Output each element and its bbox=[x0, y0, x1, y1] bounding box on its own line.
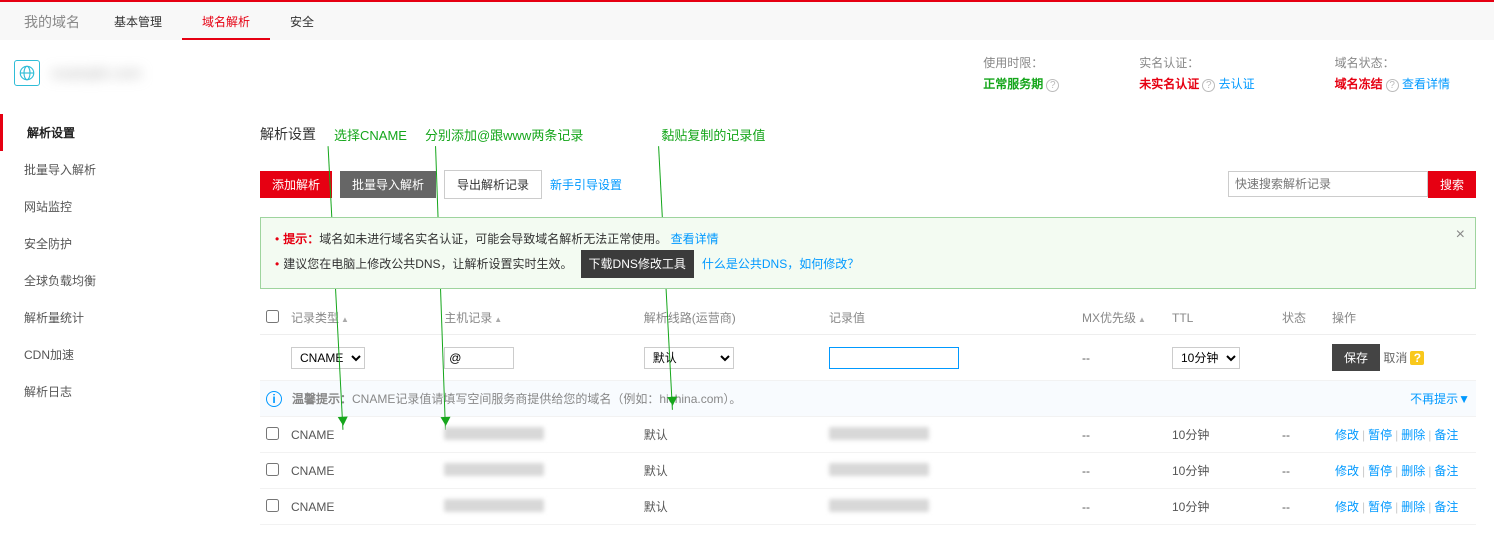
dns-tool-button[interactable]: 下载DNS修改工具 bbox=[581, 250, 694, 278]
sidebar-item-stats[interactable]: 解析量统计 bbox=[0, 299, 229, 336]
edit-link[interactable]: 修改 bbox=[1335, 464, 1359, 478]
domain-name: example.com bbox=[52, 65, 141, 82]
col-value: 记录值 bbox=[823, 301, 1076, 335]
tab-security[interactable]: 安全 bbox=[270, 2, 334, 40]
info-icon: i bbox=[266, 391, 282, 407]
dns-help-link[interactable]: 什么是公共DNS，如何修改？ bbox=[702, 257, 859, 271]
domain-header: example.com 使用时限： 正常服务期? 实名认证： 未实名认证? 去认… bbox=[0, 40, 1494, 110]
status-realname: 实名认证： 未实名认证? 去认证 bbox=[1139, 54, 1254, 92]
status-domain: 域名状态： 域名冻结? 查看详情 bbox=[1335, 54, 1450, 92]
pause-link[interactable]: 暂停 bbox=[1368, 500, 1392, 514]
pause-link[interactable]: 暂停 bbox=[1368, 464, 1392, 478]
section-title: 解析设置 bbox=[260, 124, 316, 144]
save-button[interactable]: 保存 bbox=[1332, 344, 1380, 371]
row-checkbox[interactable] bbox=[266, 463, 279, 476]
sidebar-item-cdn[interactable]: CDN加速 bbox=[0, 336, 229, 373]
brand-title: 我的域名 bbox=[10, 2, 94, 40]
hint-row: i温馨提示：CNAME记录值请填写空间服务商提供给您的域名（例如：hichina… bbox=[260, 381, 1476, 417]
annotation-paste: 黏贴复制的记录值 bbox=[661, 125, 765, 144]
alert-detail-link[interactable]: 查看详情 bbox=[671, 232, 719, 246]
cancel-button[interactable]: 取消 bbox=[1383, 351, 1407, 365]
col-host[interactable]: 主机记录 bbox=[438, 301, 638, 335]
help-icon[interactable]: ? bbox=[1202, 79, 1215, 92]
row-checkbox[interactable] bbox=[266, 499, 279, 512]
export-button[interactable]: 导出解析记录 bbox=[444, 170, 542, 199]
sidebar-item-monitor[interactable]: 网站监控 bbox=[0, 188, 229, 225]
globe-icon bbox=[14, 60, 40, 86]
ttl-select[interactable]: 10分钟 bbox=[1172, 347, 1240, 369]
search-input[interactable] bbox=[1228, 171, 1428, 197]
col-state: 状态 bbox=[1276, 301, 1326, 335]
col-ops: 操作 bbox=[1326, 301, 1476, 335]
guide-link[interactable]: 新手引导设置 bbox=[550, 176, 622, 193]
tab-dns[interactable]: 域名解析 bbox=[182, 2, 270, 40]
delete-link[interactable]: 删除 bbox=[1401, 428, 1425, 442]
delete-link[interactable]: 删除 bbox=[1401, 500, 1425, 514]
noshow-link[interactable]: 不再提示▼ bbox=[1410, 390, 1470, 407]
note-link[interactable]: 备注 bbox=[1434, 500, 1458, 514]
top-tabbar: 我的域名 基本管理 域名解析 安全 bbox=[0, 0, 1494, 40]
delete-link[interactable]: 删除 bbox=[1401, 464, 1425, 478]
pause-link[interactable]: 暂停 bbox=[1368, 428, 1392, 442]
sidebar-item-import[interactable]: 批量导入解析 bbox=[0, 151, 229, 188]
col-line: 解析线路(运营商) bbox=[638, 301, 823, 335]
sidebar-item-parse[interactable]: 解析设置 bbox=[0, 114, 229, 151]
help-icon[interactable]: ? bbox=[1410, 351, 1424, 365]
sidebar-item-balance[interactable]: 全球负载均衡 bbox=[0, 262, 229, 299]
table-row: CNAME 默认 -- 10分钟 -- 修改|暂停|删除|备注 bbox=[260, 489, 1476, 525]
row-checkbox[interactable] bbox=[266, 427, 279, 440]
table-row: CNAME 默认 -- 10分钟 -- 修改|暂停|删除|备注 bbox=[260, 453, 1476, 489]
status-usage: 使用时限： 正常服务期? bbox=[983, 54, 1059, 92]
help-icon[interactable]: ? bbox=[1046, 79, 1059, 92]
top-tabs: 基本管理 域名解析 安全 bbox=[94, 2, 334, 40]
note-link[interactable]: 备注 bbox=[1434, 428, 1458, 442]
type-select[interactable]: CNAME bbox=[291, 347, 365, 369]
note-link[interactable]: 备注 bbox=[1434, 464, 1458, 478]
sidebar: 解析设置 批量导入解析 网站监控 安全防护 全球负载均衡 解析量统计 CDN加速… bbox=[0, 110, 230, 545]
sidebar-item-security[interactable]: 安全防护 bbox=[0, 225, 229, 262]
col-mx[interactable]: MX优先级 bbox=[1076, 301, 1166, 335]
edit-link[interactable]: 修改 bbox=[1335, 428, 1359, 442]
col-ttl: TTL bbox=[1166, 301, 1276, 335]
records-table: 记录类型 主机记录 解析线路(运营商) 记录值 MX优先级 TTL 状态 操作 … bbox=[260, 301, 1476, 525]
close-icon[interactable]: × bbox=[1456, 224, 1465, 246]
alert-box: × •提示：域名如未进行域名实名认证，可能会导致域名解析无法正常使用。 查看详情… bbox=[260, 217, 1476, 289]
search-button[interactable]: 搜索 bbox=[1428, 171, 1476, 198]
tab-basic[interactable]: 基本管理 bbox=[94, 2, 182, 40]
link-viewdetail[interactable]: 查看详情 bbox=[1402, 77, 1450, 91]
value-input[interactable] bbox=[829, 347, 959, 369]
host-input[interactable] bbox=[444, 347, 514, 369]
table-row: CNAME 默认 -- 10分钟 -- 修改|暂停|删除|备注 bbox=[260, 417, 1476, 453]
annotation-records: 分别添加@跟www两条记录 bbox=[425, 125, 583, 144]
edit-row: CNAME 默认 -- 10分钟 保存 取消? bbox=[260, 335, 1476, 381]
line-select[interactable]: 默认 bbox=[644, 347, 734, 369]
col-type[interactable]: 记录类型 bbox=[285, 301, 438, 335]
help-icon[interactable]: ? bbox=[1386, 79, 1399, 92]
import-button[interactable]: 批量导入解析 bbox=[340, 171, 436, 198]
annotation-cname: 选择CNAME bbox=[334, 125, 407, 144]
select-all-checkbox[interactable] bbox=[266, 310, 279, 323]
sidebar-item-log[interactable]: 解析日志 bbox=[0, 373, 229, 410]
edit-link[interactable]: 修改 bbox=[1335, 500, 1359, 514]
add-record-button[interactable]: 添加解析 bbox=[260, 171, 332, 198]
link-verify[interactable]: 去认证 bbox=[1219, 77, 1255, 91]
